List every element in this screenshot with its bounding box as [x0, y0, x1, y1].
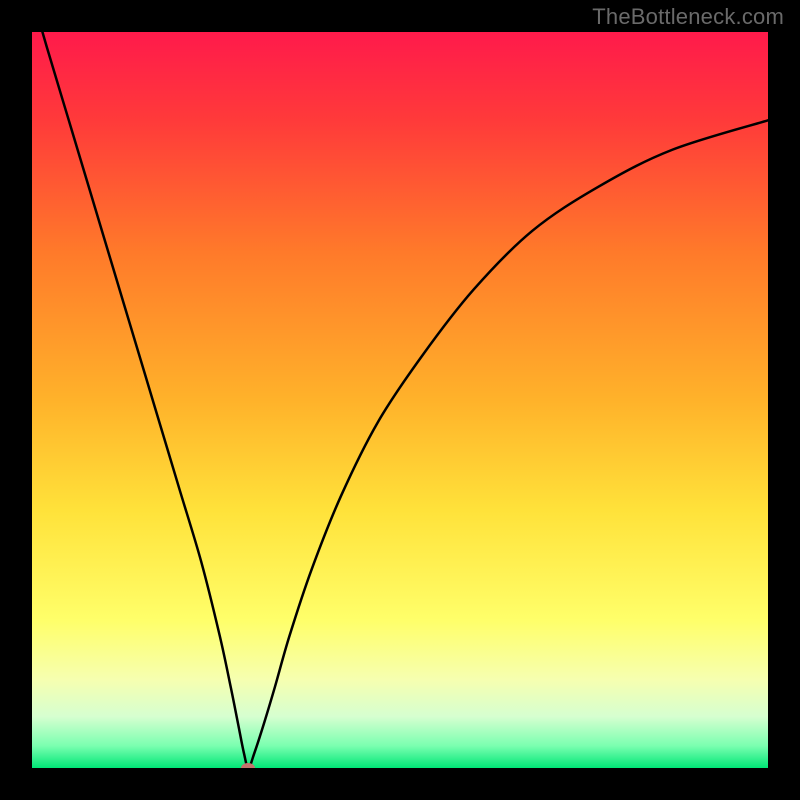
optimum-marker	[241, 763, 255, 768]
plot-area	[32, 32, 768, 768]
chart-frame: TheBottleneck.com	[0, 0, 800, 800]
watermark-text: TheBottleneck.com	[592, 4, 784, 30]
curve-layer	[32, 32, 768, 768]
bottleneck-curve	[32, 32, 768, 768]
